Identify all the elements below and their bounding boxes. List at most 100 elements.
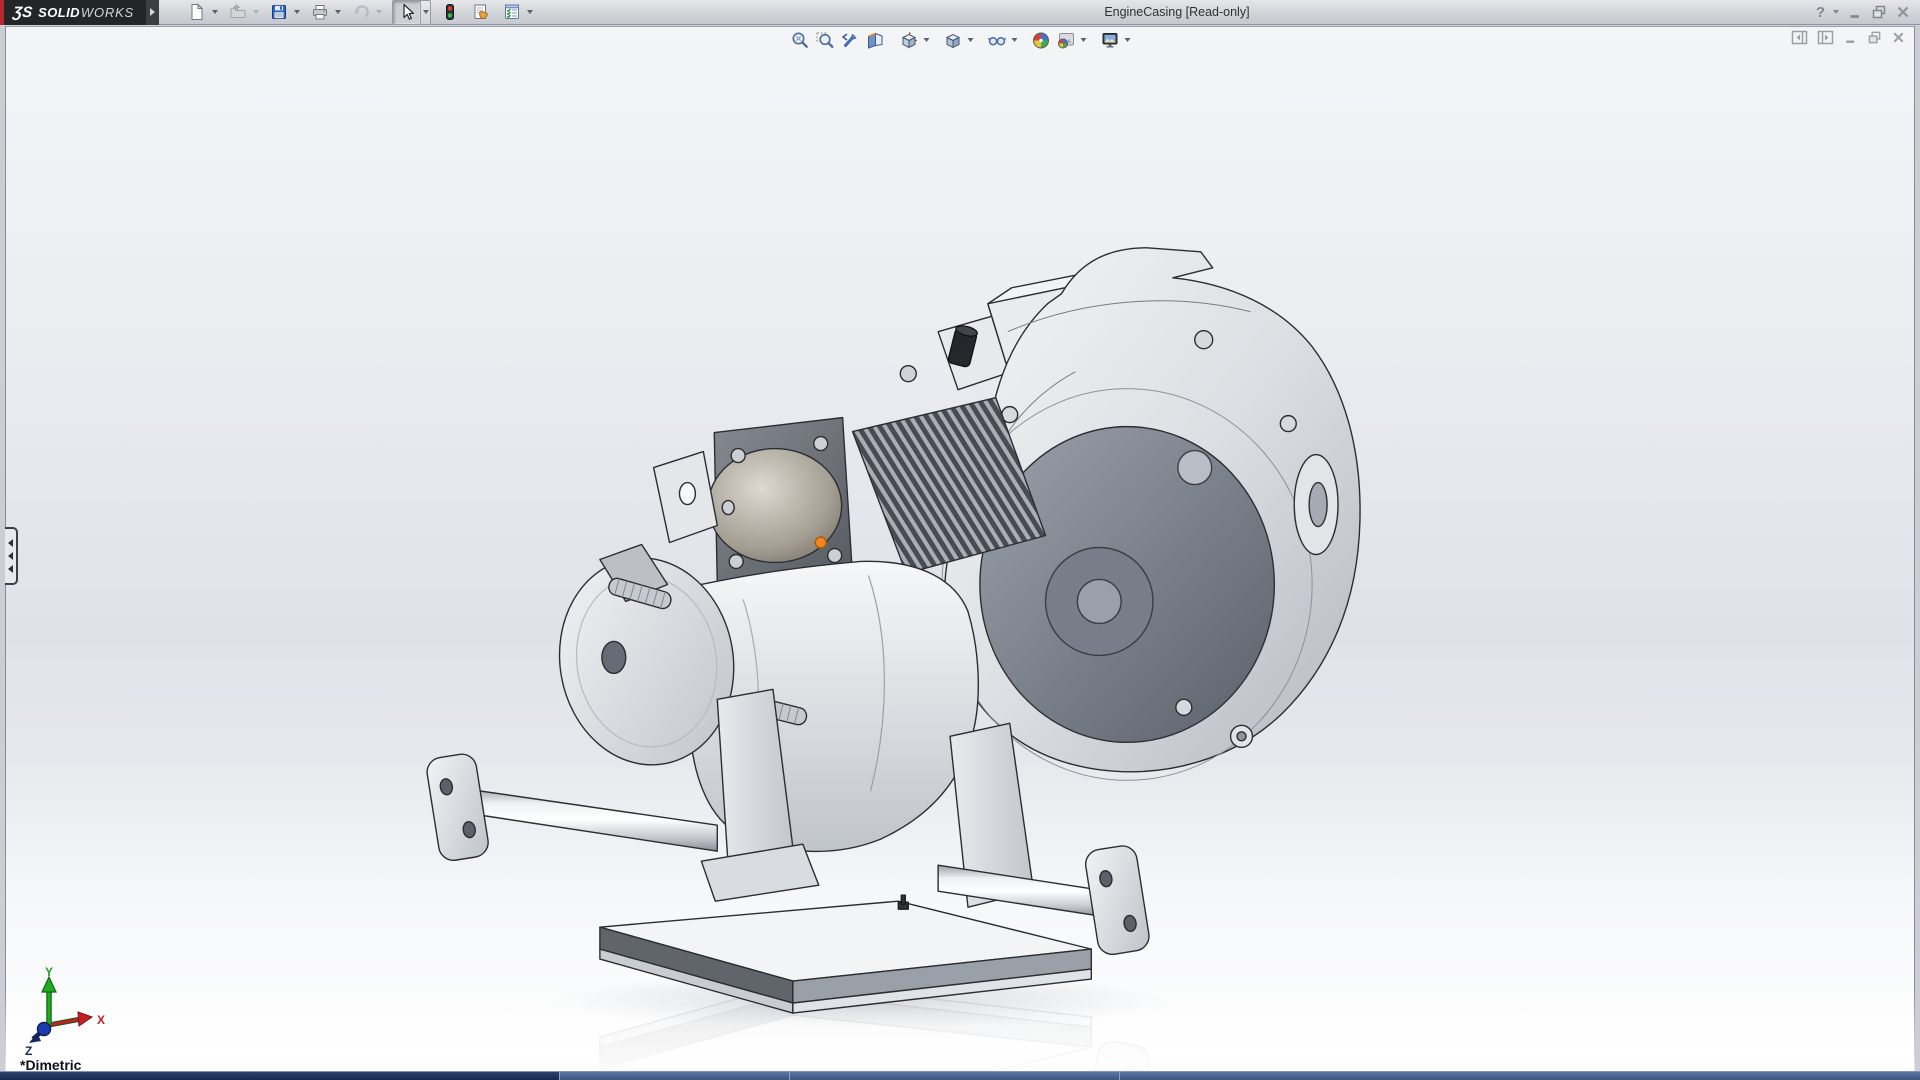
view-settings-icon: [1101, 31, 1120, 50]
pane-right-icon: [1817, 30, 1834, 45]
doc-close-button[interactable]: [1891, 30, 1906, 45]
save-group: [265, 1, 302, 24]
status-segment: [560, 1072, 790, 1080]
view-settings-button[interactable]: [1098, 29, 1123, 51]
status-segment: [790, 1072, 1120, 1080]
expand-arrow-icon: [8, 565, 13, 573]
previous-view-button[interactable]: [838, 29, 863, 51]
view-orientation-label: *Dimetric: [20, 1057, 82, 1071]
undo-dropdown[interactable]: [374, 1, 384, 24]
doc-restore-button[interactable]: [1867, 30, 1882, 45]
help-button[interactable]: ?: [1816, 4, 1825, 21]
graphics-area[interactable]: X Y Z *Dimetric: [0, 26, 1920, 1071]
new-dropdown[interactable]: [210, 1, 220, 24]
reflection-fade: [5, 987, 1915, 1071]
display-style-icon: [944, 31, 963, 50]
triad-z-label: Z: [25, 1044, 32, 1058]
view-settings-dropdown[interactable]: [1123, 29, 1132, 51]
flyout-arrow-icon: [150, 8, 156, 16]
hide-show-items-icon: [988, 31, 1007, 50]
engine-casing-model[interactable]: [5, 26, 1915, 1071]
hide-show-items-dropdown[interactable]: [1010, 29, 1019, 51]
undo-icon: [352, 3, 370, 21]
doc-restore-icon: [1867, 30, 1882, 45]
rebuild-button[interactable]: [436, 1, 463, 24]
doc-minimize-icon: [1843, 30, 1858, 45]
print-group: [306, 1, 343, 24]
select-group: [392, 0, 432, 25]
expand-arrow-icon: [8, 552, 13, 560]
apply-scene-button[interactable]: [1054, 29, 1079, 51]
triad-y-label: Y: [45, 967, 53, 979]
select-button[interactable]: [393, 0, 421, 24]
3ds-logo-glyph: ƷS: [12, 3, 34, 21]
open-button[interactable]: [224, 1, 251, 24]
restore-icon: [1871, 4, 1887, 20]
edit-appearance-button[interactable]: [1029, 29, 1054, 51]
apply-scene-icon: [1057, 31, 1076, 50]
options-button[interactable]: [498, 1, 525, 24]
feature-manager-collapsed-tab[interactable]: [5, 527, 18, 585]
reference-triad: X Y Z: [25, 967, 105, 1058]
file-properties-icon: [472, 3, 490, 21]
display-style-button[interactable]: [941, 29, 966, 51]
restore-button[interactable]: [1871, 4, 1887, 20]
zoom-to-fit-button[interactable]: [788, 29, 813, 51]
minimize-button[interactable]: [1847, 4, 1863, 20]
status-segment: [0, 1072, 560, 1080]
print-button[interactable]: [306, 1, 333, 24]
options-icon: [503, 3, 521, 21]
rebuild-traffic-light-icon: [441, 3, 459, 21]
view-orientation-icon: [900, 31, 919, 50]
hide-show-items-button[interactable]: [985, 29, 1010, 51]
triad-x-label: X: [97, 1013, 105, 1027]
brand-name-bold: SOLID: [38, 4, 80, 20]
save-icon: [270, 3, 288, 21]
window-controls: ?: [1816, 4, 1920, 21]
engine-casing-assembly[interactable]: [424, 247, 1361, 1014]
select-dropdown[interactable]: [420, 0, 431, 24]
apply-scene-dropdown[interactable]: [1079, 29, 1088, 51]
window-title: EngineCasing [Read-only]: [1104, 5, 1250, 19]
open-folder-icon: [229, 3, 247, 21]
pane-left-button[interactable]: [1791, 30, 1808, 45]
pane-left-icon: [1791, 30, 1808, 45]
print-icon: [311, 3, 329, 21]
zoom-to-area-button[interactable]: [813, 29, 838, 51]
section-view-button[interactable]: [863, 29, 888, 51]
display-style-dropdown[interactable]: [966, 29, 975, 51]
view-orientation-button[interactable]: [897, 29, 922, 51]
save-dropdown[interactable]: [292, 1, 302, 24]
previous-view-icon: [841, 31, 860, 50]
open-group: [224, 1, 261, 24]
undo-group: [347, 1, 384, 24]
edit-appearance-icon: [1032, 31, 1051, 50]
close-icon: [1895, 4, 1911, 20]
new-group: [183, 1, 220, 24]
doc-minimize-button[interactable]: [1843, 30, 1858, 45]
new-button[interactable]: [183, 1, 210, 24]
options-dropdown[interactable]: [525, 1, 535, 24]
minimize-icon: [1847, 4, 1863, 20]
file-properties-group: [467, 1, 494, 24]
heads-up-view-toolbar: [788, 29, 1133, 51]
options-group: [498, 1, 535, 24]
document-window-controls: [1791, 30, 1906, 45]
doc-close-icon: [1891, 30, 1906, 45]
rebuild-group: [436, 1, 463, 24]
main-toolbar: [183, 0, 538, 25]
close-button[interactable]: [1895, 4, 1911, 20]
save-button[interactable]: [265, 1, 292, 24]
solidworks-logo: ƷS SOLID WORKS: [0, 0, 147, 25]
pane-right-button[interactable]: [1817, 30, 1834, 45]
print-dropdown[interactable]: [333, 1, 343, 24]
open-dropdown[interactable]: [251, 1, 261, 24]
view-orientation-dropdown[interactable]: [922, 29, 931, 51]
solidworks-window: { "app": { "brand": { "glyph": "ƷS", "na…: [0, 0, 1920, 1080]
status-bar: [0, 1071, 1920, 1080]
select-cursor-icon: [398, 3, 416, 21]
menu-flyout-button[interactable]: [146, 0, 160, 25]
file-properties-button[interactable]: [467, 1, 494, 24]
help-dropdown[interactable]: [1833, 10, 1839, 14]
undo-button[interactable]: [347, 1, 374, 24]
